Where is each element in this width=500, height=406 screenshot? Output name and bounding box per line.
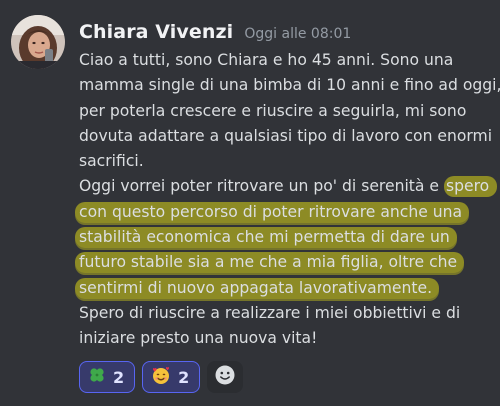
message-line: sentirmi di nuovo appagata lavorativamen… [75, 276, 489, 301]
message-line: Spero di riuscire a realizzare i miei ob… [79, 303, 461, 322]
highlighted-text: spero [443, 176, 498, 198]
reaction-clover[interactable]: 2 [79, 361, 136, 393]
add-reaction-button[interactable] [207, 361, 244, 393]
add-reaction-smiley-icon [214, 364, 236, 390]
message-header: Chiara Vivenzi Oggi alle 08:01 [79, 21, 351, 43]
message-line: Oggi vorrei poter ritrovare un po' di se… [79, 174, 498, 199]
highlighted-text: stabilità economica che mi permetta di d… [75, 227, 457, 249]
chat-message: Chiara Vivenzi Oggi alle 08:01 Ciao a tu… [0, 0, 500, 406]
reaction-count: 2 [178, 367, 190, 387]
message-line: sacrifici. [79, 152, 144, 171]
message-line-text: Oggi vorrei poter ritrovare un po' di se… [79, 177, 444, 196]
four-leaf-clover-icon [88, 366, 106, 388]
message-line: mamma single di una bimba di 10 anni e f… [79, 76, 500, 95]
message-line: per poterla crescere e riuscire a seguir… [79, 101, 467, 120]
avatar[interactable] [11, 15, 65, 69]
highlighted-text: futuro stabile sia a me che a mia figlia… [75, 252, 465, 274]
message-timestamp: Oggi alle 08:01 [244, 26, 352, 42]
smiling-face-with-hearts-icon [151, 365, 171, 389]
reaction-count: 2 [113, 367, 125, 387]
author-name[interactable]: Chiara Vivenzi [79, 21, 233, 43]
message-line: con questo percorso di poter ritrovare a… [75, 200, 489, 225]
highlighted-text: con questo percorso di poter ritrovare a… [75, 201, 470, 223]
message-line: iniziare presto una nuova vita! [79, 329, 318, 348]
message-line: stabilità economica che mi permetta di d… [75, 225, 489, 250]
reaction-hearts-face[interactable]: 2 [142, 361, 201, 393]
message-line: futuro stabile sia a me che a mia figlia… [75, 250, 489, 275]
message-line: Ciao a tutti, sono Chiara e ho 45 anni. … [79, 51, 454, 69]
message-body: Ciao a tutti, sono Chiara e ho 45 anni. … [75, 48, 500, 352]
reactions-bar: 2 2 [79, 361, 244, 393]
highlighted-text: sentirmi di nuovo appagata lavorativamen… [75, 277, 440, 299]
message-line: dovuta adattare a qualsiasi tipo di lavo… [79, 126, 493, 145]
